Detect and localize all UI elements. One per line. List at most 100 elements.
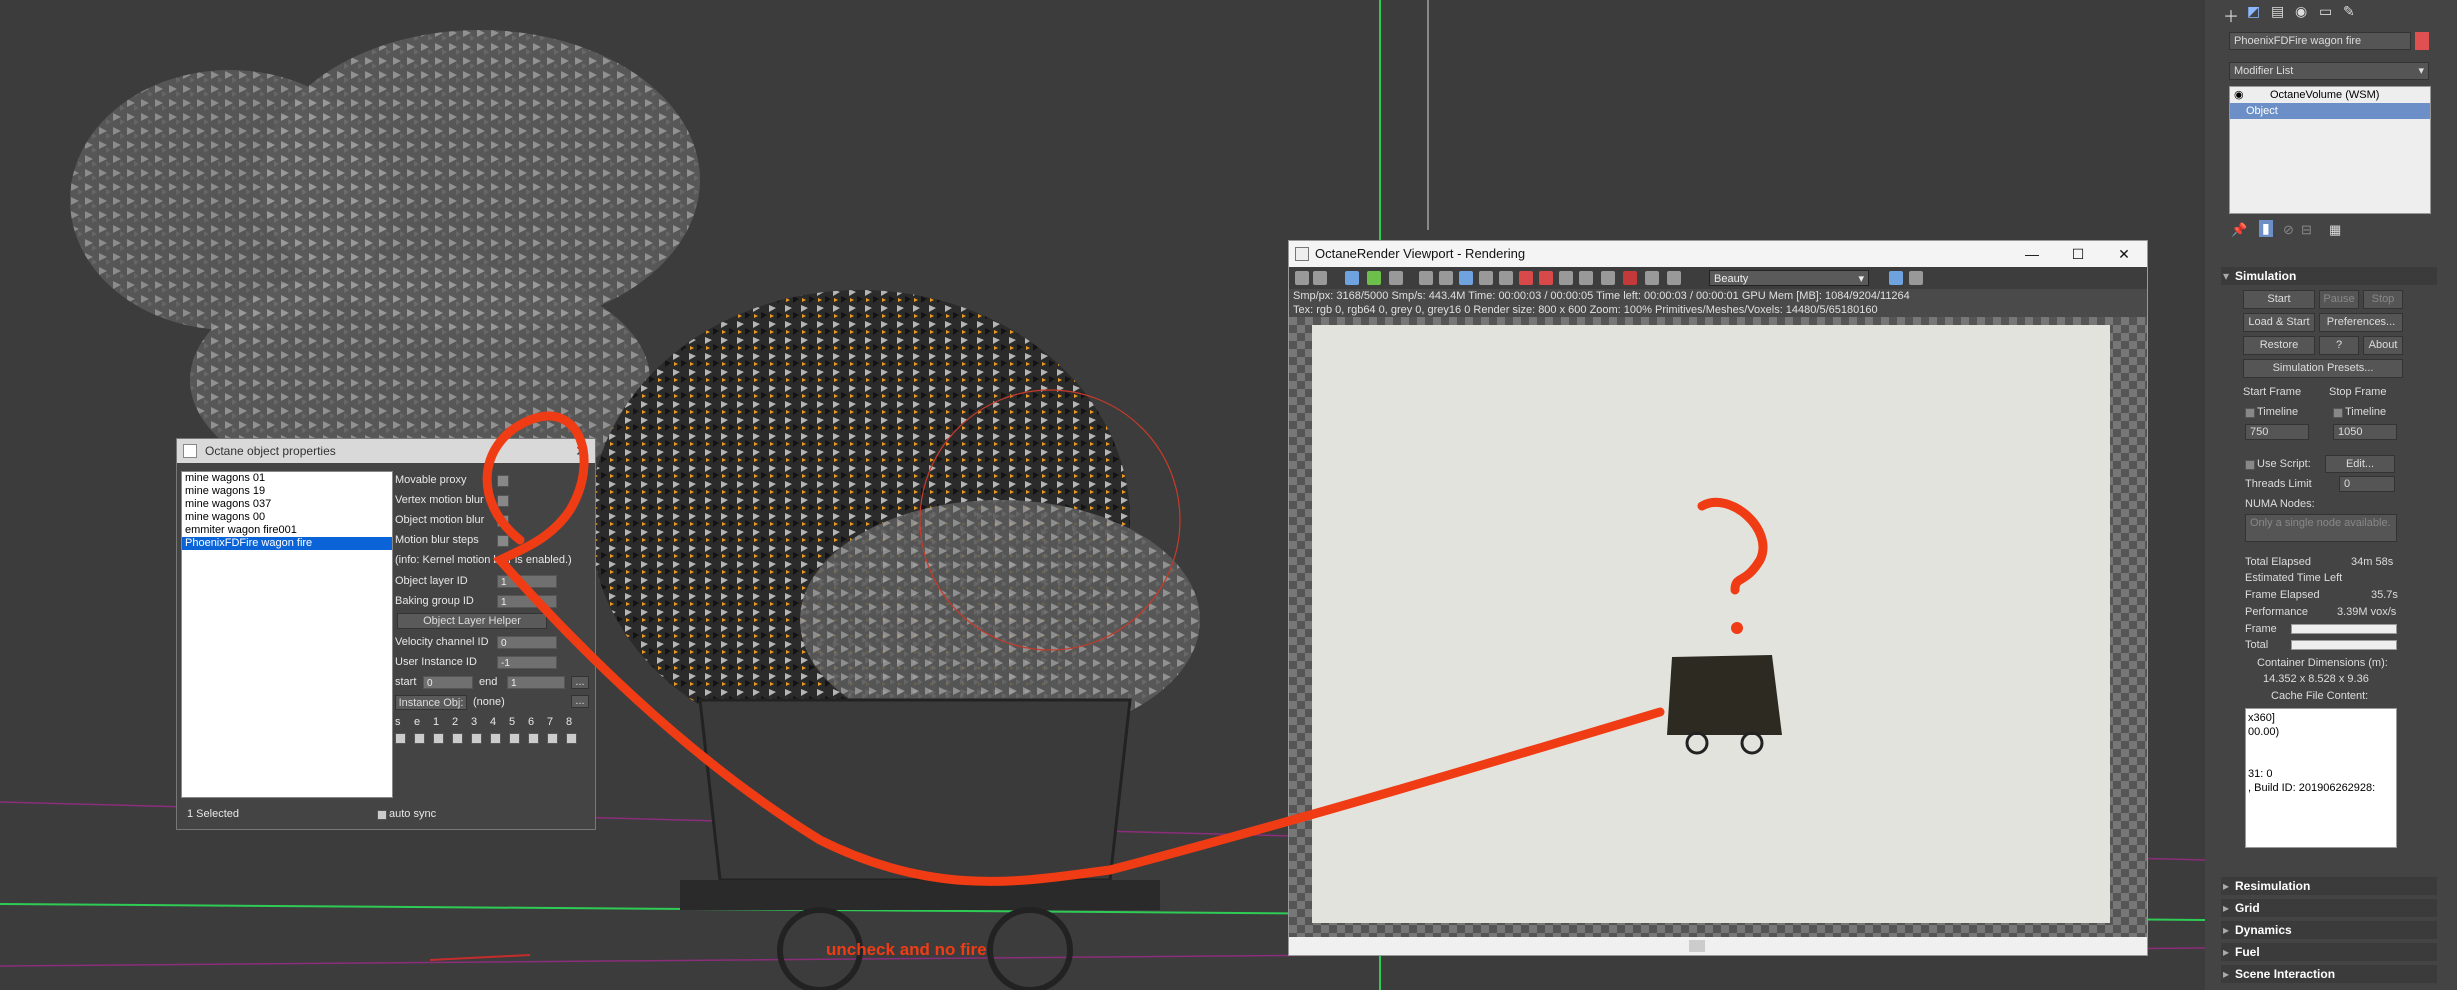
grid-rollout-header[interactable]: Grid [2221, 899, 2437, 917]
octane-render-viewport-window[interactable]: OctaneRender Viewport - Rendering — ☐ ✕ … [1288, 240, 2148, 956]
modifier-item-octane-volume[interactable]: ◉ OctaneVolume (WSM) [2230, 87, 2430, 103]
fuel-rollout-header[interactable]: Fuel [2221, 943, 2437, 961]
window-title-bar[interactable]: Octane object properties ✕ [177, 439, 595, 463]
focus-icon[interactable] [1499, 271, 1513, 285]
flag-checkbox[interactable] [490, 733, 501, 744]
save-icon[interactable] [1601, 271, 1615, 285]
stop-button[interactable]: Stop [2363, 290, 2403, 309]
window-title-bar[interactable]: OctaneRender Viewport - Rendering — ☐ ✕ [1289, 241, 2147, 267]
preferences-button[interactable]: Preferences... [2319, 313, 2403, 332]
show-end-result-icon[interactable]: ▮ [2259, 220, 2273, 237]
eye-icon[interactable]: ◉ [2234, 87, 2244, 103]
flag-checkbox[interactable] [433, 733, 444, 744]
help-button[interactable]: ? [2319, 336, 2359, 355]
modify-tab-icon[interactable]: ◩ [2247, 3, 2260, 20]
threads-limit-spinner[interactable]: 0 [2339, 476, 2395, 492]
stop-timeline-checkbox[interactable] [2333, 408, 2343, 418]
color-picker-icon[interactable] [1519, 271, 1533, 285]
scene-interaction-rollout-header[interactable]: Scene Interaction [2221, 965, 2437, 983]
close-icon[interactable]: ✕ [2101, 241, 2147, 267]
edit-script-button[interactable]: Edit... [2325, 455, 2395, 473]
camera-icon[interactable] [1645, 271, 1659, 285]
movable-proxy-checkbox[interactable] [497, 475, 509, 487]
play-icon[interactable] [1439, 271, 1453, 285]
object-layer-id-spinner[interactable]: 1 [497, 575, 557, 588]
motion-tab-icon[interactable]: ◉ [2295, 3, 2307, 20]
restore-button[interactable]: Restore [2243, 336, 2315, 355]
flag-checkbox[interactable] [566, 733, 577, 744]
start-button[interactable]: Start [2243, 290, 2315, 309]
object-list[interactable]: mine wagons 01 mine wagons 19 mine wagons … [181, 471, 393, 798]
gear-icon[interactable] [1667, 271, 1681, 285]
user-instance-id-spinner[interactable]: -1 [497, 656, 557, 669]
grid-icon[interactable] [1579, 271, 1593, 285]
no-icon[interactable] [1539, 271, 1553, 285]
velocity-channel-id-spinner[interactable]: 0 [497, 636, 557, 649]
about-button[interactable]: About [2363, 336, 2403, 355]
flag-checkbox[interactable] [528, 733, 539, 744]
object-list-item[interactable]: mine wagons 01 [182, 472, 392, 485]
cache-file-content-box[interactable]: x360] 00.00) 31: 0 , Build ID: 201906262928… [2245, 708, 2397, 848]
close-icon[interactable]: ✕ [575, 439, 587, 463]
simulation-rollout-header[interactable]: Simulation [2221, 267, 2437, 285]
use-script-checkbox[interactable] [2245, 460, 2255, 470]
flag-checkbox[interactable] [509, 733, 520, 744]
end-spinner[interactable]: 1 [507, 676, 565, 689]
flag-checkbox[interactable] [395, 733, 406, 744]
object-list-item[interactable]: mine wagons 19 [182, 485, 392, 498]
render-canvas[interactable] [1289, 317, 2147, 937]
octane-object-properties-window[interactable]: Octane object properties ✕ mine wagons 0… [176, 438, 596, 830]
record-icon[interactable] [1623, 271, 1637, 285]
object-name-field[interactable]: PhoenixFDFire wagon fire [2229, 32, 2411, 50]
more-button[interactable]: ... [571, 676, 589, 689]
maximize-icon[interactable]: ☐ [2055, 241, 2101, 267]
object-motion-blur-checkbox[interactable] [497, 515, 509, 527]
horizontal-scrollbar[interactable] [1289, 937, 2147, 955]
modifier-list-select[interactable]: Modifier List ▾ [2229, 62, 2429, 80]
flag-checkbox[interactable] [414, 733, 425, 744]
modifier-stack[interactable]: ◉ OctaneVolume (WSM) Object [2229, 86, 2431, 214]
object-list-item[interactable]: mine wagons 00 [182, 511, 392, 524]
pin-stack-icon[interactable]: 📌 [2231, 222, 2247, 238]
lock-icon[interactable] [1345, 271, 1359, 285]
folder-icon[interactable] [1313, 271, 1327, 285]
start-timeline-checkbox[interactable] [2245, 408, 2255, 418]
fit-icon[interactable] [1889, 271, 1903, 285]
object-list-item[interactable]: emmiter wagon fire001 [182, 524, 392, 537]
flag-checkbox[interactable] [547, 733, 558, 744]
make-unique-icon[interactable]: ⊘ [2283, 222, 2294, 238]
object-color-swatch[interactable] [2415, 32, 2429, 50]
render-pass-select[interactable]: Beauty ▾ [1709, 270, 1869, 286]
simulation-presets-button[interactable]: Simulation Presets... [2243, 359, 2403, 378]
display-tab-icon[interactable]: ▭ [2319, 3, 2332, 20]
stop-icon[interactable] [1389, 271, 1403, 285]
object-layer-helper-button[interactable]: Object Layer Helper [397, 613, 547, 629]
refresh-icon[interactable] [1367, 271, 1381, 285]
film-icon[interactable] [1559, 271, 1573, 285]
scroll-thumb[interactable] [1689, 940, 1705, 952]
baking-group-id-spinner[interactable]: 1 [497, 595, 557, 608]
region-icon[interactable] [1479, 271, 1493, 285]
numa-nodes-field[interactable]: Only a single node available. [2245, 514, 2397, 542]
utilities-tab-icon[interactable]: ✎ [2343, 3, 2355, 20]
modifier-item-object[interactable]: Object [2230, 103, 2430, 119]
flag-checkbox[interactable] [471, 733, 482, 744]
instance-obj-button[interactable]: Instance Obj: [395, 695, 467, 710]
configure-sets-icon[interactable]: ▦ [2329, 222, 2341, 238]
start-frame-spinner[interactable]: 750 [2245, 424, 2309, 440]
pause-button[interactable]: Pause [2319, 290, 2359, 309]
load-start-button[interactable]: Load & Start [2243, 313, 2315, 332]
remove-modifier-icon[interactable]: ⊟ [2301, 222, 2312, 238]
pause-icon[interactable] [1419, 271, 1433, 285]
resimulation-rollout-header[interactable]: Resimulation [2221, 877, 2437, 895]
object-list-item[interactable]: mine wagons 037 [182, 498, 392, 511]
instance-obj-more-button[interactable]: ... [571, 695, 589, 708]
start-spinner[interactable]: 0 [423, 676, 473, 689]
expand-icon[interactable] [1909, 271, 1923, 285]
motion-blur-steps-checkbox[interactable] [497, 535, 509, 547]
minimize-icon[interactable]: — [2009, 241, 2055, 267]
auto-sync-checkbox[interactable] [377, 810, 387, 820]
hierarchy-tab-icon[interactable]: ▤ [2271, 3, 2284, 20]
object-list-item[interactable]: PhoenixFDFire wagon fire [182, 537, 392, 550]
flag-checkbox[interactable] [452, 733, 463, 744]
